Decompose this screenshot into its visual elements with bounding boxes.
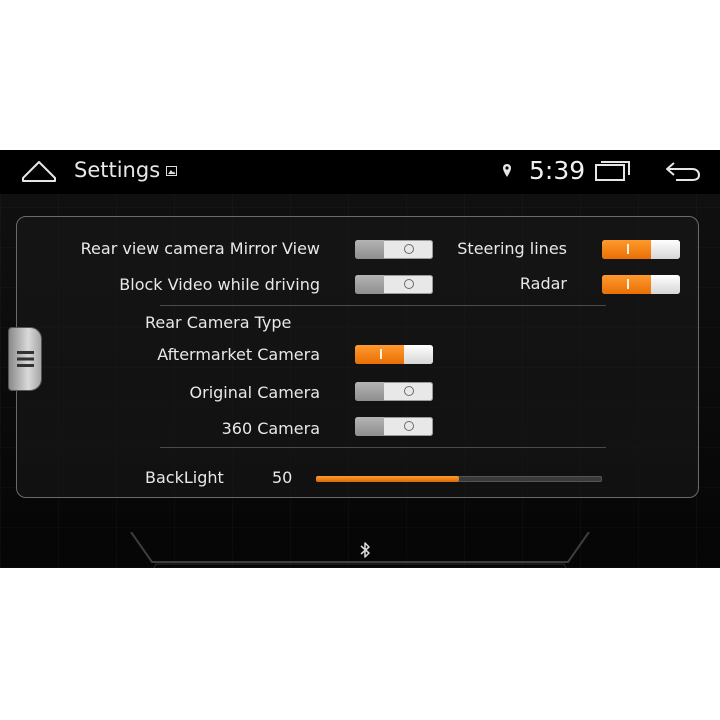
steering-lines-toggle[interactable] bbox=[602, 240, 680, 259]
head-unit-screen: Settings 5:39 Rear view camera Mirror Vi… bbox=[0, 150, 720, 568]
aftermarket-camera-label: Aftermarket Camera bbox=[157, 345, 320, 364]
backlight-slider-fill bbox=[316, 476, 459, 482]
toggle-thumb bbox=[651, 240, 680, 259]
back-icon[interactable] bbox=[664, 159, 702, 183]
radar-toggle[interactable] bbox=[602, 275, 680, 294]
backlight-divider bbox=[160, 447, 606, 448]
app-title: Settings bbox=[74, 158, 161, 182]
rear-camera-type-heading: Rear Camera Type bbox=[145, 313, 292, 332]
toggle-on-icon bbox=[380, 349, 382, 359]
menu-icon bbox=[17, 351, 34, 367]
section-divider bbox=[160, 305, 606, 306]
settings-panel: Rear view camera Mirror View Steering li… bbox=[16, 216, 699, 498]
backlight-value: 50 bbox=[272, 468, 293, 487]
aftermarket-camera-toggle[interactable] bbox=[355, 345, 433, 364]
camera-360-label: 360 Camera bbox=[221, 419, 320, 438]
toggle-thumb bbox=[651, 275, 680, 294]
recents-icon[interactable] bbox=[594, 160, 632, 182]
rear-view-mirror-label: Rear view camera Mirror View bbox=[80, 239, 320, 258]
toggle-off-icon bbox=[404, 386, 414, 396]
block-video-label: Block Video while driving bbox=[119, 275, 320, 294]
bluetooth-icon[interactable] bbox=[359, 541, 371, 559]
backlight-label: BackLight bbox=[145, 468, 224, 487]
original-camera-toggle[interactable] bbox=[355, 382, 433, 401]
toggle-off-icon bbox=[404, 244, 414, 254]
toggle-thumb bbox=[355, 382, 384, 401]
toggle-thumb bbox=[355, 417, 384, 436]
gallery-icon bbox=[166, 166, 177, 176]
status-bar: Settings 5:39 bbox=[0, 150, 720, 194]
toggle-on-icon bbox=[627, 244, 629, 254]
camera-360-toggle[interactable] bbox=[355, 417, 433, 436]
backlight-slider[interactable] bbox=[316, 476, 602, 482]
location-icon bbox=[503, 164, 511, 177]
rear-view-mirror-toggle[interactable] bbox=[355, 240, 433, 259]
block-video-toggle[interactable] bbox=[355, 275, 433, 294]
home-icon[interactable] bbox=[20, 158, 58, 184]
toggle-off-icon bbox=[404, 279, 414, 289]
toggle-off-icon bbox=[404, 421, 414, 431]
toggle-on-icon bbox=[627, 279, 629, 289]
radar-label: Radar bbox=[519, 274, 567, 293]
toggle-thumb bbox=[355, 275, 384, 294]
original-camera-label: Original Camera bbox=[189, 383, 320, 402]
toggle-thumb bbox=[355, 240, 384, 259]
side-drawer-handle[interactable] bbox=[8, 327, 42, 391]
steering-lines-label: Steering lines bbox=[457, 239, 567, 258]
clock: 5:39 bbox=[529, 156, 586, 185]
toggle-thumb bbox=[404, 345, 433, 364]
